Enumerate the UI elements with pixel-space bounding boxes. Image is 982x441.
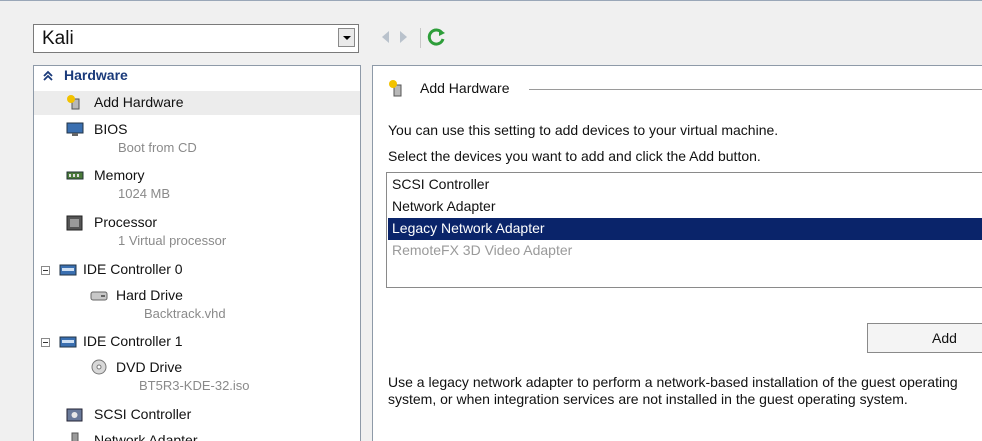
refresh-icon[interactable] [427,27,447,47]
device-list-item[interactable]: SCSI Controller [388,174,982,196]
tree-item-label: Hard Drive [116,287,183,303]
tree-item-add-hardware[interactable]: Add Hardware [34,91,360,115]
tree-item-label: Add Hardware [94,94,184,110]
tree-item-label: Memory [94,167,145,183]
tree-item-ide-controller-1[interactable]: IDE Controller 1 [34,331,360,353]
ide-controller-icon [59,264,77,276]
tree-item-network-adapter[interactable]: Network Adapter [34,430,360,441]
tree-item-detail: 1024 MB [118,186,171,201]
network-adapter-icon [71,432,79,441]
scsi-controller-icon [66,408,83,422]
device-description: Use a legacy network adapter to perform … [388,374,958,407]
details-intro-line-2: Select the devices you want to add and c… [388,148,761,164]
tree-item-detail: Backtrack.vhd [144,306,226,321]
tree-item-memory[interactable]: Memory 1024 MB [34,165,360,205]
vm-selector-dropdown[interactable]: Kali [33,24,359,53]
hard-drive-icon [90,291,108,301]
dropdown-button[interactable] [338,28,355,47]
title-divider [529,89,982,90]
device-list[interactable]: SCSI Controller Network Adapter Legacy N… [386,172,982,288]
tree-item-processor[interactable]: Processor 1 Virtual processor [34,212,360,252]
collapse-toggle[interactable] [41,266,50,275]
add-hardware-icon [389,80,402,97]
chevron-up-icon[interactable] [42,70,54,82]
forward-arrow-icon[interactable] [400,31,407,43]
tree-item-detail: BT5R3-KDE-32.iso [139,378,250,393]
dvd-drive-icon [91,359,107,375]
add-hardware-icon [67,95,80,110]
hardware-section-header[interactable]: Hardware [34,66,360,86]
hardware-section-title: Hardware [64,67,128,83]
vm-settings-window: Kali Hardware Add Hardware BIOS Boot fro… [0,0,982,441]
tree-item-label: IDE Controller 0 [83,261,183,277]
chevron-down-icon [343,36,351,40]
tree-item-label: DVD Drive [116,359,183,375]
add-button[interactable]: Add [867,323,982,353]
tree-item-hard-drive[interactable]: Hard Drive Backtrack.vhd [34,285,360,327]
hardware-tree: Hardware Add Hardware BIOS Boot from CD [33,65,361,441]
tree-item-scsi-controller[interactable]: SCSI Controller [34,404,360,426]
memory-icon [66,171,84,180]
bios-icon [66,122,84,136]
device-list-item-selected[interactable]: Legacy Network Adapter [388,218,982,240]
device-list-item[interactable]: Network Adapter [388,196,982,218]
tree-item-dvd-drive[interactable]: DVD Drive BT5R3-KDE-32.iso [34,357,360,399]
details-intro-line-1: You can use this setting to add devices … [388,122,779,138]
tree-item-detail: Boot from CD [118,140,197,155]
collapse-toggle[interactable] [41,338,50,347]
tree-item-label: Network Adapter [94,432,198,441]
tree-item-detail: 1 Virtual processor [118,233,227,248]
ide-controller-icon [59,336,77,348]
add-button-label: Add [932,330,957,346]
tree-item-label: Processor [94,214,158,230]
tree-item-label: SCSI Controller [94,406,192,422]
processor-icon [66,215,83,231]
tree-item-bios[interactable]: BIOS Boot from CD [34,119,360,159]
device-list-item-disabled: RemoteFX 3D Video Adapter [392,242,573,258]
tree-item-label: IDE Controller 1 [83,333,183,349]
details-title: Add Hardware [420,80,510,96]
back-arrow-icon[interactable] [382,31,389,43]
tree-item-label: BIOS [94,121,128,137]
tree-item-ide-controller-0[interactable]: IDE Controller 0 [34,259,360,281]
toolbar-separator [420,28,421,48]
vm-selector-value: Kali [42,28,74,49]
details-panel: Add Hardware You can use this setting to… [372,65,982,441]
